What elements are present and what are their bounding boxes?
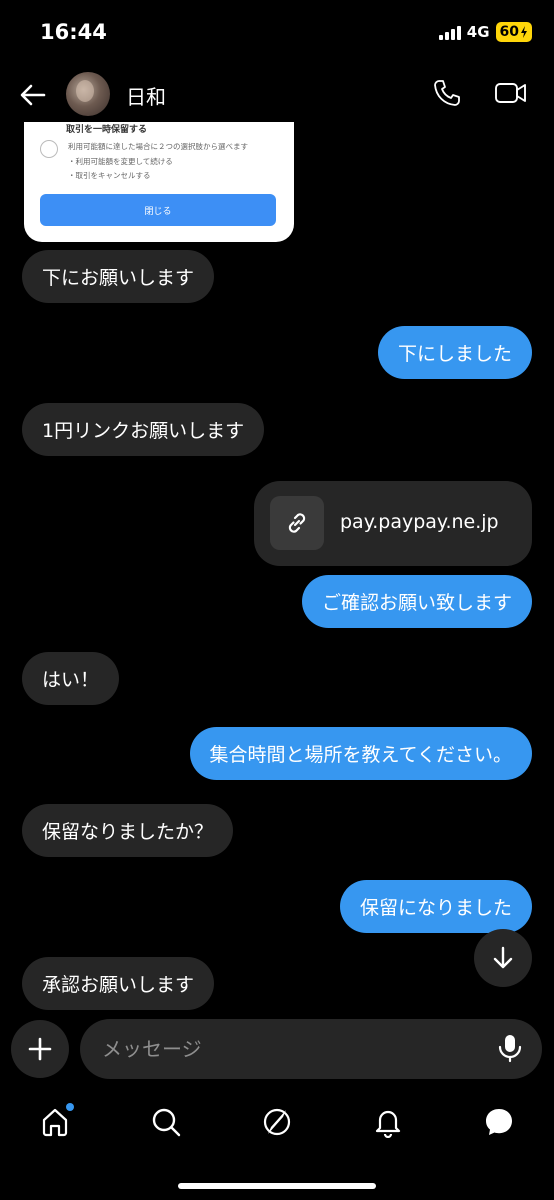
card-line: ・取引をキャンセルする	[68, 171, 151, 180]
battery-icon: 60	[495, 22, 532, 42]
link-icon	[270, 496, 324, 550]
message-bubble-incoming[interactable]: 下にお願いします	[22, 250, 215, 303]
status-time: 16:44	[40, 20, 107, 44]
nav-messages[interactable]	[482, 1105, 516, 1139]
message-bubble-incoming[interactable]: 承認お願いします	[22, 957, 215, 1010]
radio-icon	[40, 140, 58, 158]
phone-icon	[434, 80, 460, 106]
message-bubble-incoming[interactable]: はい！	[22, 652, 120, 705]
status-bar: 16:44 4G 60	[0, 0, 554, 66]
video-camera-icon	[495, 83, 526, 103]
card-close-button: 閉じる	[40, 194, 276, 226]
link-url[interactable]: pay.paypay.ne.jp	[340, 511, 499, 533]
card-line: 利用可能額に達した場合に２つの選択肢から選べます	[68, 142, 248, 151]
back-button[interactable]	[18, 80, 48, 110]
notification-dot	[66, 1103, 74, 1111]
card-title: 取引を一時保留する	[66, 125, 148, 135]
card-line: ・利用可能額を変更して続ける	[68, 157, 173, 166]
explore-icon	[263, 1108, 291, 1136]
shared-screenshot-card[interactable]: 取引を一時保留する 利用可能額に達した場合に２つの選択肢から選べます ・利用可能…	[24, 122, 294, 242]
search-icon	[152, 1108, 181, 1137]
contact-name[interactable]: 日和	[126, 81, 166, 110]
add-attachment-button[interactable]	[11, 1020, 69, 1078]
nav-notifications[interactable]	[371, 1105, 405, 1139]
avatar[interactable]	[66, 72, 110, 116]
status-indicators: 4G 60	[438, 22, 532, 42]
microphone-icon	[498, 1035, 522, 1063]
chat-bubble-icon	[486, 1109, 512, 1135]
signal-icon	[438, 24, 461, 40]
home-icon	[42, 1108, 68, 1137]
arrow-left-icon	[20, 84, 46, 106]
message-bubble-outgoing[interactable]: 下にしました	[377, 326, 532, 379]
message-bubble-outgoing[interactable]: ご確認お願い致します	[301, 575, 532, 628]
bottom-nav	[0, 1095, 554, 1155]
video-call-button[interactable]	[494, 78, 528, 108]
nav-search[interactable]	[149, 1105, 183, 1139]
message-bubble-incoming[interactable]: 保留なりましたか？	[22, 804, 234, 857]
message-bubble-outgoing[interactable]: 保留になりました	[339, 880, 532, 933]
battery-level: 60	[499, 24, 519, 40]
bell-icon	[375, 1110, 401, 1138]
voice-message-button[interactable]	[496, 1033, 524, 1063]
message-bubble-incoming[interactable]: 1円リンクお願いします	[22, 403, 265, 456]
chat-header: 日和	[0, 66, 554, 122]
arrow-down-icon	[493, 946, 513, 969]
home-indicator	[178, 1183, 376, 1189]
message-bubble-outgoing[interactable]: 集合時間と場所を教えてください。	[189, 727, 532, 780]
nav-home[interactable]	[38, 1103, 74, 1139]
nav-explore[interactable]	[260, 1105, 294, 1139]
scroll-to-bottom-button[interactable]	[474, 929, 532, 987]
message-list[interactable]: 取引を一時保留する 利用可能額に達した場合に２つの選択肢から選べます ・利用可能…	[0, 122, 554, 1017]
plus-icon	[28, 1037, 52, 1061]
call-button[interactable]	[432, 78, 462, 108]
message-composer	[0, 1017, 554, 1079]
message-input[interactable]	[80, 1019, 542, 1079]
link-preview-card[interactable]: pay.paypay.ne.jp	[254, 481, 532, 566]
network-type: 4G	[466, 23, 490, 41]
